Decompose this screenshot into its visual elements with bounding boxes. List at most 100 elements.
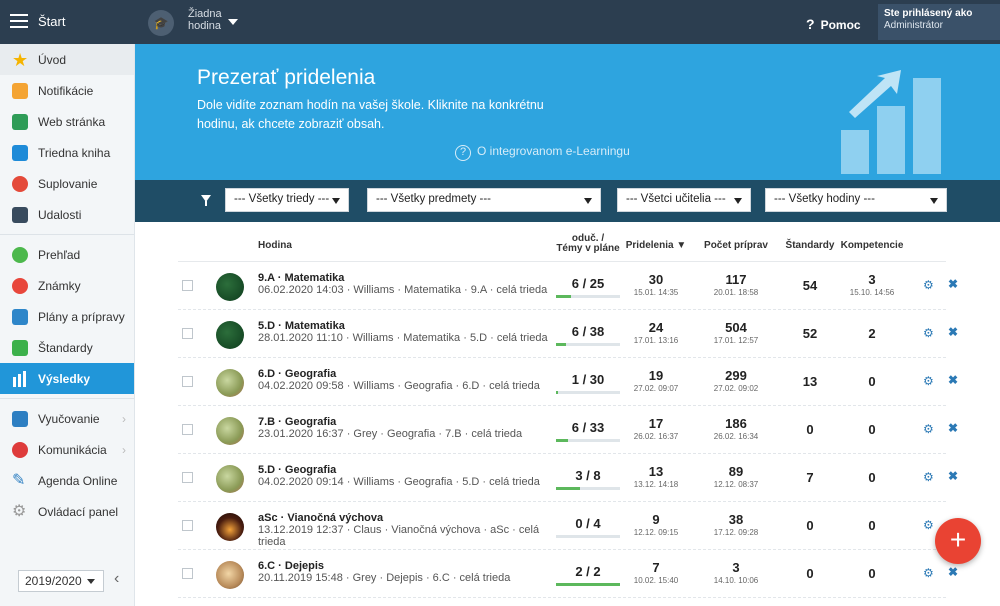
lesson-thumbnail	[216, 321, 244, 349]
help-button[interactable]: ? Pomoc	[806, 16, 861, 32]
subject-filter-select[interactable]: --- Všetky predmety ---	[367, 188, 601, 212]
lesson-thumbnail	[216, 465, 244, 493]
lesson-thumbnail	[216, 417, 244, 445]
graduation-cap-icon[interactable]: 🎓	[148, 10, 174, 36]
filter-bar: --- Všetky triedy --- --- Všetky predmet…	[135, 180, 1000, 222]
start-label[interactable]: Štart	[38, 14, 65, 29]
lesson-thumbnail	[216, 369, 244, 397]
sidebar-item-udalosti[interactable]: Udalosti	[0, 199, 134, 230]
add-button[interactable]: +	[935, 518, 981, 564]
sidebar-item-label: Ovládací panel	[38, 504, 119, 519]
school-year-select[interactable]: 2019/2020	[18, 570, 104, 592]
chevron-down-icon[interactable]	[228, 19, 238, 25]
gear-icon[interactable]: ⚙	[923, 374, 934, 388]
competences-count: 0	[868, 374, 876, 389]
assignments-count: 19	[648, 368, 664, 383]
gear-icon[interactable]: ⚙	[923, 470, 934, 484]
row-checkbox[interactable]	[182, 568, 193, 579]
sidebar-item-standardy[interactable]: Štandardy	[0, 332, 134, 363]
teacher-filter-select[interactable]: --- Všetci učitelia ---	[617, 188, 751, 212]
row-checkbox[interactable]	[182, 280, 193, 291]
sidebar-item-triedna-kniha[interactable]: Triedna kniha	[0, 137, 134, 168]
sidebar-item-ovladaci-panel[interactable]: ⚙ Ovládací panel	[0, 496, 134, 527]
assignments-date: 27.02. 09:07	[633, 384, 679, 393]
row-checkbox[interactable]	[182, 472, 193, 483]
lesson-name[interactable]: 5.D · Matematika	[258, 320, 345, 332]
results-graphic-icon	[841, 70, 941, 174]
sidebar-item-suplovanie[interactable]: Suplovanie	[0, 168, 134, 199]
taught-topics-ratio: 2 / 2	[575, 564, 601, 579]
row-checkbox[interactable]	[182, 424, 193, 435]
table-row[interactable]: 6.C · Dejepis 20.11.2019 15:48 · Grey · D…	[178, 550, 958, 598]
close-icon[interactable]: ✖	[948, 277, 958, 291]
sidebar-item-komunikacia[interactable]: Komunikácia ›	[0, 434, 134, 465]
table-row[interactable]: 9.A · Matematika 06.02.2020 14:03 · Willi…	[178, 262, 958, 310]
gear-icon[interactable]: ⚙	[923, 278, 934, 292]
assignments-count: 30	[648, 272, 664, 287]
sidebar-item-plany[interactable]: Plány a prípravy	[0, 301, 134, 332]
lesson-thumbnail	[216, 561, 244, 589]
briefcase-icon	[12, 308, 28, 325]
preparations-date: 12.12. 08:37	[713, 480, 759, 489]
close-icon[interactable]: ✖	[948, 469, 958, 483]
gear-icon[interactable]: ⚙	[923, 566, 934, 580]
table-row[interactable]: aSc · Vianočná výchova 13.12.2019 12:37 ·…	[178, 502, 958, 550]
sidebar-item-vyucovanie[interactable]: Vyučovanie ›	[0, 403, 134, 434]
column-header-assignments[interactable]: Pridelenia ▼	[624, 240, 688, 251]
column-header-standards[interactable]: Štandardy	[780, 240, 840, 251]
bar-chart-icon	[12, 370, 28, 387]
sidebar-divider	[0, 398, 134, 399]
standards-count: 13	[802, 374, 818, 389]
hamburger-menu-icon[interactable]	[10, 14, 28, 28]
elearning-link[interactable]: ? O integrovanom e-Learningu	[455, 144, 630, 161]
row-checkbox[interactable]	[182, 376, 193, 387]
lesson-name[interactable]: 6.C · Dejepis	[258, 560, 324, 572]
collapse-sidebar-icon[interactable]: ‹	[114, 570, 119, 588]
preparations-date: 26.02. 16:34	[713, 432, 759, 441]
sidebar-item-prehlad[interactable]: Prehľad	[0, 239, 134, 270]
close-icon[interactable]: ✖	[948, 325, 958, 339]
lesson-name[interactable]: 7.B · Geografia	[258, 416, 336, 428]
sidebar-item-uvod[interactable]: ★ Úvod	[0, 44, 134, 75]
lesson-name[interactable]: 6.D · Geografia	[258, 368, 336, 380]
close-icon[interactable]: ✖	[948, 373, 958, 387]
lesson-name[interactable]: aSc · Vianočná výchova	[258, 512, 383, 524]
gear-icon[interactable]: ⚙	[923, 422, 934, 436]
column-header-preparations[interactable]: Počet príprav	[700, 240, 772, 251]
sidebar-item-label: Úvod	[38, 52, 67, 67]
sidebar-item-vysledky[interactable]: Výsledky	[0, 363, 134, 394]
column-header-hodina[interactable]: Hodina	[258, 240, 292, 251]
gear-icon[interactable]: ⚙	[923, 518, 934, 532]
page-description: Dole vidíte zoznam hodín na vašej škole.…	[197, 98, 544, 131]
row-checkbox[interactable]	[182, 520, 193, 531]
table-row[interactable]: 7.B · Geografia 23.01.2020 16:37 · Grey ·…	[178, 406, 958, 454]
book-icon	[12, 144, 28, 161]
close-icon[interactable]: ✖	[948, 421, 958, 435]
sidebar-item-label: Vyučovanie	[38, 411, 100, 426]
lesson-filter-select[interactable]: --- Všetky hodiny ---	[765, 188, 947, 212]
lesson-selector[interactable]: Žiadna hodina	[188, 8, 228, 32]
standards-count: 0	[806, 566, 814, 581]
column-header-taught[interactable]: oduč. / Témy v pláne	[550, 234, 626, 254]
lesson-name[interactable]: 5.D · Geografia	[258, 464, 336, 476]
teacher-filter-value: --- Všetci učitelia ---	[626, 193, 726, 205]
row-checkbox[interactable]	[182, 328, 193, 339]
taught-progress-bar	[556, 439, 620, 442]
column-header-competences[interactable]: Kompetencie	[840, 240, 904, 251]
table-row[interactable]: 6.D · Geografia 04.02.2020 09:58 · Willia…	[178, 358, 958, 406]
sidebar-item-web-stranka[interactable]: Web stránka	[0, 106, 134, 137]
sidebar-divider	[0, 234, 134, 235]
sidebar-item-znamky[interactable]: Známky	[0, 270, 134, 301]
table-row[interactable]: 5.D · Geografia 04.02.2020 09:14 · Willia…	[178, 454, 958, 502]
chevron-down-icon	[87, 579, 95, 584]
user-menu[interactable]: Ste prihlásený ako Administrátor	[878, 4, 1000, 40]
class-filter-select[interactable]: --- Všetky triedy ---	[225, 188, 349, 212]
chevron-right-icon: ›	[122, 411, 126, 426]
competences-count: 0	[868, 470, 876, 485]
table-row[interactable]: 5.D · Matematika 28.01.2020 11:10 · Willi…	[178, 310, 958, 358]
sidebar-item-notifikacie[interactable]: Notifikácie	[0, 75, 134, 106]
sidebar-item-agenda-online[interactable]: ✎ Agenda Online	[0, 465, 134, 496]
close-icon[interactable]: ✖	[948, 565, 958, 579]
lesson-name[interactable]: 9.A · Matematika	[258, 272, 344, 284]
gear-icon[interactable]: ⚙	[923, 326, 934, 340]
